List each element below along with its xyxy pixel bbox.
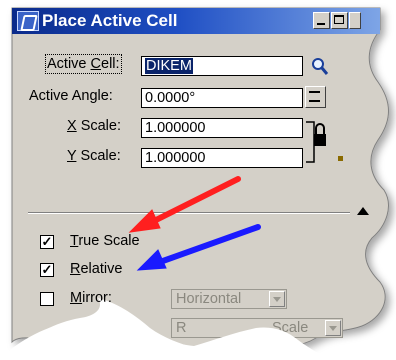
red-arrow [128,176,241,233]
blue-arrow [136,224,261,271]
annotation-layer [128,176,261,271]
